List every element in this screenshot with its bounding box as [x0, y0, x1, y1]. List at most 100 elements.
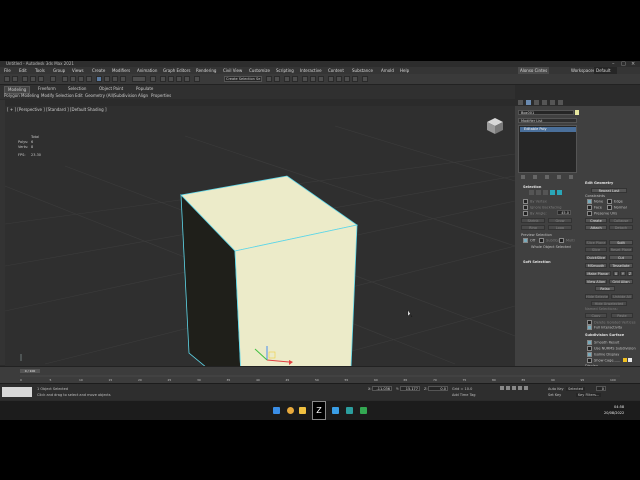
- pivot-center-icon[interactable]: [150, 76, 156, 82]
- by-angle-option[interactable]: By Angle:: [523, 211, 547, 216]
- undo-icon[interactable]: [4, 76, 10, 82]
- detach-button[interactable]: Detach: [609, 225, 633, 230]
- select-and-scale-icon[interactable]: [112, 76, 118, 82]
- viewport-label[interactable]: [ + ] [Perspective ] [Standard ] [Defaul…: [7, 107, 107, 112]
- cage-color-swatch[interactable]: [623, 358, 627, 362]
- account-user[interactable]: Alonso Cintes: [518, 67, 550, 74]
- perspective-viewport[interactable]: [ + ] [Perspective ] [Standard ] [Defaul…: [5, 106, 515, 366]
- bind-space-warp-icon[interactable]: [38, 76, 44, 82]
- selection-set-dropdown[interactable]: Create Selection Se: [224, 76, 262, 82]
- select-and-place-icon[interactable]: [120, 76, 126, 82]
- vertex-level-icon[interactable]: [529, 190, 534, 195]
- curve-editor-icon[interactable]: [302, 76, 308, 82]
- menu-interactive[interactable]: Interactive: [300, 67, 322, 74]
- planar-z-button[interactable]: Z: [627, 271, 633, 276]
- menu-rendering[interactable]: Rendering: [196, 67, 216, 74]
- menu-scripting[interactable]: Scripting: [276, 67, 294, 74]
- ignore-backfacing-option[interactable]: Ignore Backfacing: [523, 205, 561, 210]
- schematic-view-icon[interactable]: [310, 76, 316, 82]
- border-level-icon[interactable]: [543, 190, 548, 195]
- attach-button[interactable]: Attach: [585, 225, 607, 230]
- menu-group[interactable]: Group: [53, 67, 65, 74]
- start-icon[interactable]: [273, 407, 280, 414]
- soft-selection-rollout-title[interactable]: Soft Selection: [523, 260, 551, 264]
- workspace-select[interactable]: Default: [594, 67, 617, 74]
- selection-filter-icon[interactable]: [50, 76, 56, 82]
- ribbon-subdivision[interactable]: Subdivision: [114, 93, 137, 99]
- mail-icon[interactable]: [332, 407, 339, 414]
- object-name-field[interactable]: Box001: [518, 110, 574, 115]
- selection-rollout-title[interactable]: Selection: [523, 185, 541, 189]
- make-planar-button[interactable]: Make Planar: [585, 271, 611, 276]
- grow-button[interactable]: Grow: [548, 218, 572, 223]
- ribbon-align[interactable]: Align: [138, 93, 148, 99]
- unlink-icon[interactable]: [30, 76, 36, 82]
- ribbon-modify-selection[interactable]: Modify Selection: [41, 93, 74, 99]
- a360-icon[interactable]: [362, 76, 368, 82]
- maxscript-listener[interactable]: [2, 387, 32, 397]
- configure-sets-icon[interactable]: [569, 175, 573, 179]
- use-nurms-option[interactable]: Use NURMS Subdivision: [587, 346, 636, 351]
- shrink-button[interactable]: Shrink: [521, 218, 545, 223]
- repeat-last-button[interactable]: Repeat Last: [591, 188, 627, 193]
- hierarchy-panel-icon[interactable]: [534, 100, 539, 105]
- object-color-swatch[interactable]: [575, 110, 579, 115]
- chrome-icon[interactable]: [287, 407, 294, 414]
- link-icon[interactable]: [22, 76, 28, 82]
- select-object-icon[interactable]: [62, 76, 68, 82]
- quickslice-button[interactable]: QuickSlice: [585, 255, 607, 260]
- slice-button[interactable]: Slice: [585, 247, 607, 252]
- ring-button[interactable]: Ring: [521, 225, 545, 230]
- 3ds-max-taskbar-icon[interactable]: [346, 407, 353, 414]
- material-editor-icon[interactable]: [318, 76, 324, 82]
- collapse-button[interactable]: Collapse: [609, 218, 633, 223]
- menu-create[interactable]: Create: [92, 67, 105, 74]
- percent-snap-icon[interactable]: [176, 76, 182, 82]
- rect-selection-icon[interactable]: [78, 76, 84, 82]
- time-slider[interactable]: 0 / 100: [20, 369, 40, 373]
- cut-button[interactable]: Cut: [609, 255, 633, 260]
- spinner-snap-icon[interactable]: [184, 76, 190, 82]
- file-explorer-icon[interactable]: [299, 407, 306, 414]
- go-to-start-icon[interactable]: [500, 386, 504, 390]
- constraint-normal-radio[interactable]: Normal: [607, 205, 627, 210]
- excel-icon[interactable]: [360, 407, 367, 414]
- next-frame-icon[interactable]: [518, 386, 522, 390]
- planar-y-button[interactable]: Y: [620, 271, 626, 276]
- motion-panel-icon[interactable]: [542, 100, 547, 105]
- constraint-none-radio[interactable]: None: [587, 199, 603, 204]
- ribbon-geometry-all[interactable]: Geometry (All): [85, 93, 114, 99]
- show-end-result-icon[interactable]: [533, 175, 537, 179]
- render-frame-icon[interactable]: [336, 76, 342, 82]
- menu-modifiers[interactable]: Modifiers: [112, 67, 130, 74]
- make-unique-icon[interactable]: [545, 175, 549, 179]
- select-and-move-icon[interactable]: [96, 76, 102, 82]
- ribbon-edit[interactable]: Edit: [75, 93, 83, 99]
- modifier-list-dropdown[interactable]: Modifier List: [518, 118, 577, 123]
- remove-modifier-icon[interactable]: [557, 175, 561, 179]
- relax-button[interactable]: Relax: [595, 286, 615, 291]
- tab-populate[interactable]: Populate: [136, 86, 153, 92]
- planar-x-button[interactable]: X: [613, 271, 619, 276]
- menu-customize[interactable]: Customize: [249, 67, 270, 74]
- reference-coordinate-icon[interactable]: [132, 76, 146, 82]
- create-panel-icon[interactable]: [518, 100, 523, 105]
- isoline-display-option[interactable]: Isoline Display: [587, 352, 619, 357]
- loop-button[interactable]: Loop: [548, 225, 572, 230]
- z-coordinate-field[interactable]: 0.0: [428, 386, 448, 391]
- layer-explorer-icon[interactable]: [292, 76, 298, 82]
- align-icon[interactable]: [274, 76, 280, 82]
- menu-substance[interactable]: Substance: [352, 67, 373, 74]
- polygon-level-icon[interactable]: [550, 190, 555, 195]
- menu-views[interactable]: Views: [72, 67, 84, 74]
- select-by-name-icon[interactable]: [70, 76, 76, 82]
- split-button[interactable]: Split: [609, 240, 633, 245]
- angle-spinner[interactable]: 45.0: [557, 210, 571, 215]
- menu-animation[interactable]: Animation: [137, 67, 157, 74]
- play-icon[interactable]: [512, 386, 516, 390]
- tab-freeform[interactable]: Freeform: [38, 86, 56, 92]
- hide-unselected-button[interactable]: Hide Unselected: [591, 301, 627, 306]
- create-button[interactable]: Create: [585, 218, 607, 223]
- hide-selected-button[interactable]: Hide Selected: [585, 294, 609, 299]
- menu-help[interactable]: Help: [400, 67, 409, 74]
